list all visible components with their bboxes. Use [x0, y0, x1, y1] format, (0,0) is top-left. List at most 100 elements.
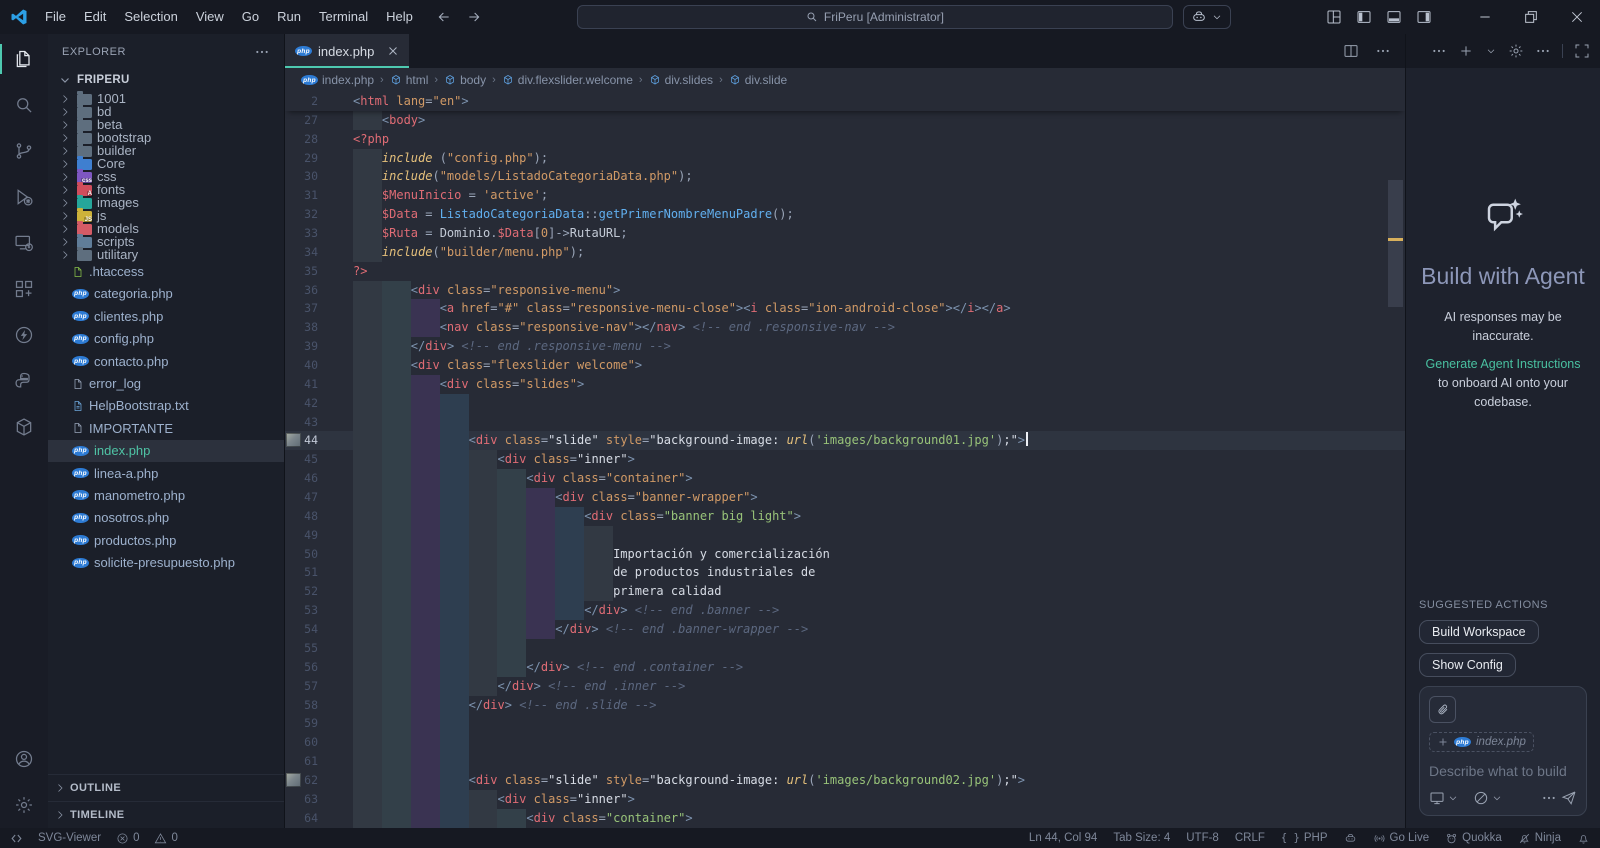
tree-item-error-log[interactable]: error_log [48, 372, 284, 394]
panel-right-icon[interactable] [1416, 9, 1432, 25]
tree-root-friperu[interactable]: FRIPERU [48, 69, 284, 91]
activitybar-remote-explorer[interactable] [0, 220, 48, 266]
code-line-56[interactable]: 56 </div> <!-- end .container --> [285, 657, 1405, 677]
code-line-46[interactable]: 46 <div class="container"> [285, 469, 1405, 489]
code-line-51[interactable]: 51 de productos industriales de [285, 563, 1405, 583]
code-line-41[interactable]: 41 <div class="slides"> [285, 374, 1405, 394]
command-center-search[interactable]: FriPeru [Administrator] [576, 5, 1173, 29]
split-icon[interactable] [1343, 43, 1359, 59]
tab-index-php[interactable]: php index.php [285, 34, 409, 68]
tree-item-categoria-php[interactable]: php categoria.php [48, 283, 284, 305]
status-bell[interactable] [1577, 832, 1590, 845]
code-line-54[interactable]: 54 </div> <!-- end .banner-wrapper --> [285, 620, 1405, 639]
code-line-63[interactable]: 63 <div class="inner"> [285, 789, 1405, 809]
code-line-53[interactable]: 53 </div> <!-- end .banner --> [285, 601, 1405, 621]
tree-item-utilitary[interactable]: utilitary [48, 247, 138, 262]
breadcrumb-item-div-flexslider-welcome[interactable]: div.flexslider.welcome [502, 73, 633, 87]
tree-item-productos-php[interactable]: php productos.php [48, 529, 284, 551]
tree-item-solicite-presupuesto-php[interactable]: php solicite-presupuesto.php [48, 551, 284, 573]
restore-button[interactable] [1508, 0, 1554, 34]
activitybar-python[interactable] [0, 358, 48, 404]
activitybar-debug[interactable] [0, 174, 48, 220]
tree-item-clientes-php[interactable]: php clientes.php [48, 305, 284, 327]
activitybar-package-box[interactable] [0, 404, 48, 450]
editor-scrollbar-thumb[interactable] [1388, 180, 1403, 307]
code-line-44[interactable]: 44 <div class="slide" style="background-i… [285, 431, 1405, 451]
code-line-35[interactable]: 35 ?> [285, 262, 1405, 281]
tree-item--htaccess[interactable]: .htaccess [48, 260, 284, 282]
code-line-55[interactable]: 55 [285, 638, 1405, 658]
code-line-29[interactable]: 29 include ("config.php"); [285, 148, 1405, 168]
status-remote[interactable] [10, 832, 23, 845]
slash-circle-icon[interactable] [1473, 790, 1489, 806]
code-line-28[interactable]: 28 <?php [285, 130, 1405, 149]
menu-file[interactable]: File [36, 0, 75, 34]
breadcrumb-item-body[interactable]: body [444, 73, 486, 87]
code-line-59[interactable]: 59 [285, 714, 1405, 734]
generate-agent-instructions-link[interactable]: Generate Agent Instructions [1426, 357, 1581, 371]
settings-gear-icon[interactable] [1508, 43, 1524, 59]
expand-icon[interactable] [1574, 43, 1590, 59]
breadcrumb-item-div-slides[interactable]: div.slides [649, 73, 713, 87]
copilot-menu-button[interactable] [1182, 5, 1231, 29]
code-line-39[interactable]: 39 </div> <!-- end .responsive-menu --> [285, 337, 1405, 357]
panel-bottom-icon[interactable] [1386, 9, 1402, 25]
sidebar-section-outline[interactable]: OUTLINE [48, 774, 284, 801]
breadcrumb-item-div-slide[interactable]: div.slide [729, 73, 787, 87]
menu-go[interactable]: Go [233, 0, 268, 34]
sidebar-section-timeline[interactable]: TIMELINE [48, 801, 284, 828]
layout-grid-icon[interactable] [1326, 9, 1342, 25]
code-line-34[interactable]: 34 include("builder/menu.php"); [285, 242, 1405, 262]
status-crlf[interactable]: CRLF [1235, 832, 1265, 844]
status-0[interactable]: 0 [116, 832, 139, 845]
code-line-27[interactable]: 27 <body> [285, 110, 1405, 130]
status-php[interactable]: { } PHP [1281, 832, 1328, 844]
menu-view[interactable]: View [187, 0, 233, 34]
more-icon[interactable] [1535, 43, 1551, 59]
code-line-49[interactable]: 49 [285, 525, 1405, 545]
code-line-31[interactable]: 31 $MenuInicio = 'active'; [285, 186, 1405, 206]
status-ninja[interactable]: Ninja [1518, 832, 1561, 845]
tree-item-nosotros-php[interactable]: php nosotros.php [48, 507, 284, 529]
tree-item-config-php[interactable]: php config.php [48, 328, 284, 350]
breadcrumb-item-index-php[interactable]: php index.php [301, 73, 374, 87]
arrow-right-icon[interactable] [466, 9, 482, 25]
code-line-30[interactable]: 30 include("models/ListadoCategoriaData.p… [285, 167, 1405, 187]
activitybar-files[interactable] [0, 36, 48, 82]
code-line-64[interactable]: 64 <div class="container"> [285, 808, 1405, 828]
code-line-43[interactable]: 43 [285, 412, 1405, 432]
activitybar-settings-gear[interactable] [0, 782, 48, 828]
status-go-live[interactable]: Go Live [1373, 832, 1429, 845]
menu-run[interactable]: Run [268, 0, 310, 34]
close-button[interactable] [1554, 0, 1600, 34]
context-chip-index-php[interactable]: php index.php [1429, 732, 1534, 752]
activitybar-extensions[interactable] [0, 266, 48, 312]
code-line-38[interactable]: 38 <nav class="responsive-nav"></nav> <!-… [285, 318, 1405, 338]
code-line-61[interactable]: 61 [285, 752, 1405, 771]
code-line-37[interactable]: 37 <a href="#" class="responsive-menu-clo… [285, 299, 1405, 319]
code-line-50[interactable]: 50 Importación y comercialización [285, 544, 1405, 564]
status-0[interactable]: 0 [154, 832, 178, 845]
code-line-52[interactable]: 52 primera calidad [285, 582, 1405, 602]
code-line-2[interactable]: 2 <html lang="en"> [285, 92, 1405, 111]
build-workspace-button[interactable]: Build Workspace [1419, 620, 1539, 644]
menu-edit[interactable]: Edit [75, 0, 115, 34]
chevron-down-icon[interactable] [1447, 792, 1459, 804]
more-icon[interactable] [1375, 43, 1391, 59]
status-tab-size-4[interactable]: Tab Size: 4 [1113, 832, 1170, 844]
activitybar-lightning[interactable] [0, 312, 48, 358]
plus-icon[interactable] [1458, 43, 1474, 59]
send-icon[interactable] [1561, 790, 1577, 806]
chevron-down-icon[interactable] [1491, 792, 1503, 804]
activitybar-account[interactable] [0, 736, 48, 782]
more-icon[interactable] [1541, 790, 1557, 806]
code-line-36[interactable]: 36 <div class="responsive-menu"> [285, 280, 1405, 300]
attach-button[interactable] [1429, 696, 1456, 723]
chat-input[interactable]: Describe what to build [1429, 763, 1577, 779]
code-line-57[interactable]: 57 </div> <!-- end .inner --> [285, 676, 1405, 696]
code-line-32[interactable]: 32 $Data = ListadoCategoriaData::getPrime… [285, 205, 1405, 225]
show-config-button[interactable]: Show Config [1419, 653, 1516, 677]
code-line-60[interactable]: 60 [285, 733, 1405, 753]
code-editor[interactable]: 2 <html lang="en"> 27 <body> 28 <?php 29 includ… [285, 92, 1405, 828]
code-line-47[interactable]: 47 <div class="banner-wrapper"> [285, 488, 1405, 507]
